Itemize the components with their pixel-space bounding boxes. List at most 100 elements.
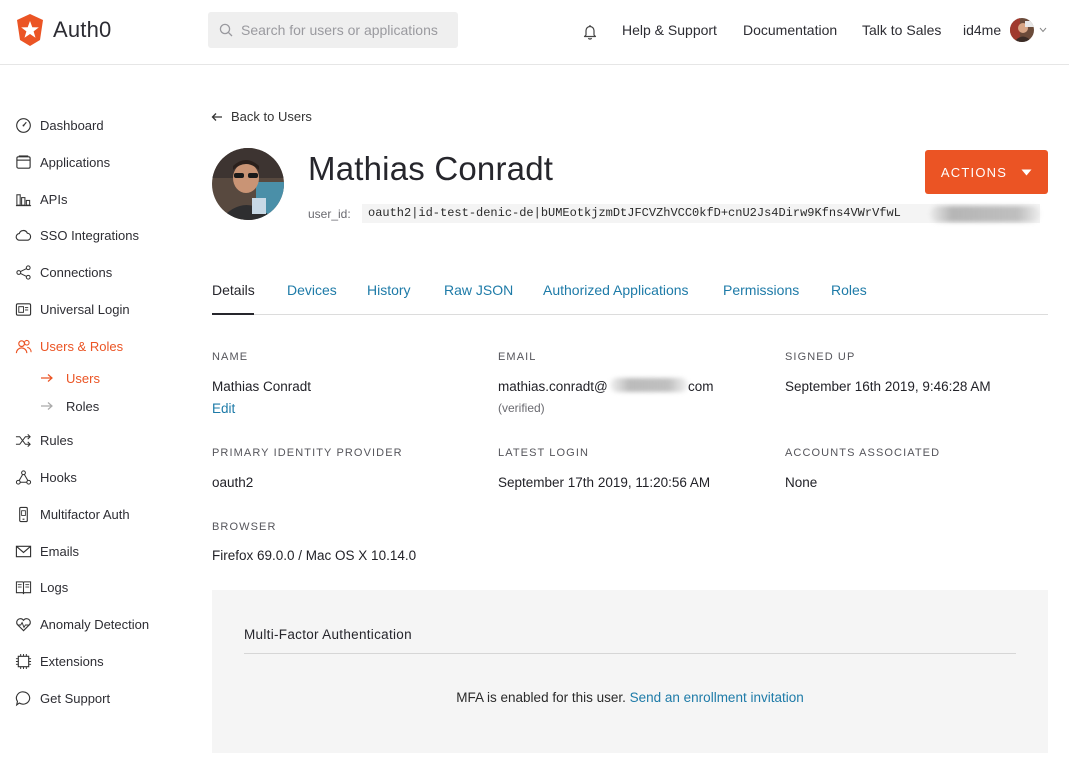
phone-icon [18,506,28,522]
sidebar-item-users-roles[interactable]: Users & Roles [14,336,123,356]
user-avatar[interactable] [1010,18,1034,42]
caret-down-icon [1021,169,1032,175]
email-redaction-blur [610,378,688,392]
sidebar-item-connections[interactable]: Connections [14,262,112,282]
sidebar-item-label: Users & Roles [40,338,124,354]
sidebar-item-anomaly-detection[interactable]: Anomaly Detection [14,614,149,634]
signed-up-value: September 16th 2019, 9:46:28 AM [785,379,991,394]
browser-value: Firefox 69.0.0 / Mac OS X 10.14.0 [212,548,417,563]
hooks-icon [15,469,31,485]
applications-icon [15,154,31,169]
tab-permissions[interactable]: Permissions [723,282,799,298]
edit-name-link[interactable]: Edit [212,401,235,416]
chat-icon [15,690,30,706]
mfa-divider [244,653,1016,654]
sidebar-item-label: Dashboard [40,117,104,133]
arrow-right-icon [41,402,53,410]
chip-icon [15,653,31,669]
sidebar: Dashboard Applications APIs SSO Integrat… [0,65,190,770]
search-icon [219,23,233,37]
tab-authorized-applications[interactable]: Authorized Applications [543,282,689,298]
sidebar-item-multifactor-auth[interactable]: Multifactor Auth [14,504,130,524]
sidebar-item-get-support[interactable]: Get Support [14,688,110,708]
sidebar-item-label: Applications [40,154,111,170]
email-value-prefix: mathias.conradt@ [498,379,608,394]
sidebar-item-label: Connections [40,264,113,280]
tab-details[interactable]: Details [212,282,255,298]
sidebar-item-label: SSO Integrations [40,227,139,243]
back-to-users-link[interactable]: Back to Users [211,109,312,124]
sidebar-item-rules[interactable]: Rules [14,430,73,450]
rules-icon [15,433,31,447]
bell-icon[interactable] [583,24,597,40]
name-label: NAME [212,351,249,363]
browser-label: BROWSER [212,521,277,533]
connections-icon [15,264,31,280]
apis-icon [15,193,31,206]
email-icon [15,545,31,557]
sidebar-item-sso-integrations[interactable]: SSO Integrations [14,225,139,245]
users-icon [15,339,32,353]
identity-provider-value: oauth2 [212,475,254,490]
avatar-image-icon [1010,18,1034,42]
latest-login-label: LATEST LOGIN [498,447,590,459]
user-avatar-large [212,148,284,220]
heart-icon [15,617,31,631]
search-box[interactable] [208,12,458,48]
mfa-panel: Multi-Factor Authentication MFA is enabl… [212,590,1048,753]
arrow-right-icon [41,374,53,382]
sidebar-item-label: Universal Login [40,301,130,317]
tenant-name[interactable]: id4me [963,22,1001,38]
cloud-icon [15,229,31,241]
redaction-blur [930,206,1040,222]
sidebar-subitem-label: Users [66,370,100,386]
sidebar-item-universal-login[interactable]: Universal Login [14,299,130,319]
accounts-associated-value: None [785,475,818,490]
sidebar-subitem-roles[interactable]: Roles [40,397,99,415]
search-input[interactable] [241,22,456,38]
auth0-logo-icon [17,14,43,46]
dashboard-icon [15,117,31,133]
help-support-link[interactable]: Help & Support [622,22,717,38]
name-value: Mathias Conradt [212,379,312,394]
sidebar-item-dashboard[interactable]: Dashboard [14,115,104,135]
sidebar-item-label: Logs [40,579,69,595]
sidebar-item-label: Hooks [40,469,77,485]
profile-photo-icon [212,148,284,220]
chevron-down-icon[interactable] [1039,27,1047,33]
sidebar-item-label: Anomaly Detection [40,616,150,632]
sidebar-item-emails[interactable]: Emails [14,541,79,561]
universal-login-icon [15,302,31,316]
sidebar-subitem-label: Roles [66,398,100,414]
identity-provider-label: PRIMARY IDENTITY PROVIDER [212,447,403,459]
tab-devices[interactable]: Devices [287,282,337,298]
email-value-suffix: com [688,379,714,394]
sidebar-item-applications[interactable]: Applications [14,152,110,172]
sidebar-item-label: Extensions [40,653,104,669]
latest-login-value: September 17th 2019, 11:20:56 AM [498,475,711,490]
tab-roles[interactable]: Roles [831,282,867,298]
send-enrollment-invitation-link[interactable]: Send an enrollment invitation [630,690,804,705]
sidebar-item-label: Emails [40,543,80,559]
documentation-link[interactable]: Documentation [743,22,837,38]
logs-icon [15,580,31,594]
back-label: Back to Users [231,109,312,124]
actions-label: ACTIONS [940,164,1008,180]
sidebar-item-apis[interactable]: APIs [14,189,67,209]
arrow-left-icon [211,112,222,121]
sidebar-item-label: APIs [40,191,68,207]
actions-button[interactable]: ACTIONS [925,150,1048,194]
tab-raw-json[interactable]: Raw JSON [444,282,513,298]
talk-to-sales-link[interactable]: Talk to Sales [862,22,941,38]
sidebar-item-extensions[interactable]: Extensions [14,651,104,671]
email-label: EMAIL [498,351,537,363]
tab-history[interactable]: History [367,282,411,298]
brand-name: Auth0 [53,17,112,42]
active-tab-indicator [212,313,254,315]
brand[interactable]: Auth0 [14,13,112,47]
sidebar-item-logs[interactable]: Logs [14,577,68,597]
sidebar-subitem-users[interactable]: Users [40,369,100,387]
sidebar-item-hooks[interactable]: Hooks [14,467,77,487]
user-tabs: Details Devices History Raw JSON Authori… [212,270,1048,315]
sidebar-item-label: Rules [40,432,74,448]
